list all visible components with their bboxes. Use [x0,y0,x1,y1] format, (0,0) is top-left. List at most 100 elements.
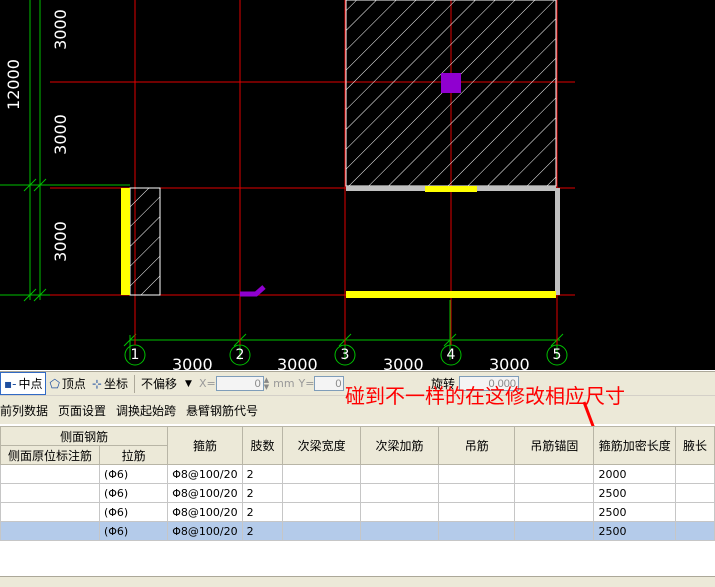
hatched-column[interactable] [129,187,161,296]
vertex-icon: ⬠ [49,376,60,391]
cell-haunch[interactable] [675,464,715,484]
dim-vertical-1: 3000 [50,9,70,50]
status-bar [0,576,715,587]
cell-stirrup[interactable]: Φ8@100/20 [167,483,243,503]
dim-horizontal-3: 3000 [383,355,424,370]
toolbar-separator [134,374,136,393]
dim-vertical-2: 3000 [50,114,70,155]
cell-stirrup[interactable]: Φ8@100/20 [167,502,243,522]
cursor-marker [240,285,266,297]
cell-tie[interactable]: (Φ6) [98,483,169,503]
cell-hanger[interactable] [438,502,516,522]
dim-horizontal-2: 3000 [277,355,318,370]
y-label: Y= [298,377,315,390]
header-dense-length[interactable]: 箍筋加密长度 [593,426,676,465]
cell-hanger-anchor[interactable] [514,521,595,541]
cell-haunch[interactable] [675,521,715,541]
header-hanger-anchor[interactable]: 吊筋锚固 [514,426,595,465]
header-hanger[interactable]: 吊筋 [438,426,516,465]
menu-item-cantilever-code[interactable]: 悬臂钢筋代号 [181,402,263,419]
dim-horizontal-4: 3000 [489,355,530,370]
beam-grey-right[interactable] [555,188,560,295]
cell-secondary-width[interactable] [282,464,361,484]
cell-dense-length[interactable]: 2500 [593,483,676,503]
x-input[interactable] [215,376,264,391]
x-label: X= [198,377,216,390]
cell-hanger-anchor[interactable] [514,502,595,522]
menu-item-swap-span[interactable]: 调换起始跨 [111,402,181,419]
cell-side[interactable] [0,464,100,484]
axis-label-4: 4 [446,347,456,363]
beam-yellow-left[interactable] [121,188,130,295]
cell-legs[interactable]: 2 [241,483,284,503]
cell-secondary-width[interactable] [282,502,361,522]
cell-stirrup[interactable]: Φ8@100/20 [167,521,243,541]
cell-dense-length[interactable]: 2000 [593,464,676,484]
cell-secondary-width[interactable] [282,483,361,503]
cell-legs[interactable]: 2 [241,521,284,541]
coordinate-button[interactable]: ⊹ 坐标 [89,373,131,394]
selection-marker[interactable] [441,73,461,93]
vertex-button[interactable]: ⬠ 顶点 [46,373,88,394]
cad-drawing-canvas[interactable]: 3000 3000 3000 12000 1 2 3 4 5 3000 3000… [0,0,715,370]
header-side-rebar[interactable]: 侧面钢筋 [0,426,169,446]
header-secondary-width[interactable]: 次梁宽度 [282,426,361,465]
header-tie[interactable]: 拉筋 [98,445,169,465]
cell-haunch[interactable] [675,502,715,522]
midpoint-button[interactable]: ▪- 中点 [0,372,47,395]
table-row-selected[interactable]: (Φ6) Φ8@100/20 2 2500 [0,521,715,541]
axis-label-5: 5 [552,347,562,363]
cell-side[interactable] [0,483,100,503]
cell-tie[interactable]: (Φ6) [98,464,169,484]
header-haunch[interactable]: 腋长 [675,426,715,465]
header-stirrup[interactable]: 箍筋 [167,426,243,465]
menu-item-data[interactable]: 前列数据 [0,402,53,419]
cell-secondary-width[interactable] [282,521,361,541]
menu-item-page-setup[interactable]: 页面设置 [53,402,111,419]
coordinate-label: 坐标 [104,377,129,391]
cell-hanger-anchor[interactable] [514,483,595,503]
cell-dense-length[interactable]: 2500 [593,502,676,522]
beam-yellow-bottom[interactable] [346,291,556,298]
beam-yellow-top[interactable] [425,186,477,192]
cad-drawing [0,0,575,366]
cell-secondary-add[interactable] [359,502,440,522]
midpoint-label: 中点 [18,377,43,391]
cell-tie[interactable]: (Φ6) [98,502,169,522]
header-side-annotation[interactable]: 侧面原位标注筋 [0,445,100,465]
beam-data-grid: 侧面钢筋 箍筋 肢数 次梁宽度 次梁加筋 吊筋 吊筋锚固 箍筋加密长度 腋长 侧… [0,426,715,576]
cell-tie[interactable]: (Φ6) [98,521,169,541]
cell-hanger-anchor[interactable] [514,464,595,484]
cell-secondary-add[interactable] [359,483,440,503]
cell-legs[interactable]: 2 [241,464,284,484]
cell-stirrup[interactable]: Φ8@100/20 [167,464,243,484]
cell-secondary-add[interactable] [359,464,440,484]
table-row[interactable]: (Φ6) Φ8@100/20 2 2000 [0,464,715,484]
table-row[interactable]: (Φ6) Φ8@100/20 2 2500 [0,502,715,522]
dim-vertical-total: 12000 [3,59,23,110]
dim-horizontal-1: 3000 [172,355,213,370]
coordinate-icon: ⊹ [91,376,102,391]
cell-hanger[interactable] [438,483,516,503]
table-row[interactable]: (Φ6) Φ8@100/20 2 2500 [0,483,715,503]
cell-legs[interactable]: 2 [241,502,284,522]
offset-select[interactable]: 不偏移 ▼ [138,373,195,394]
y-input[interactable] [314,376,345,391]
cell-haunch[interactable] [675,483,715,503]
cell-hanger[interactable] [438,521,516,541]
cell-hanger[interactable] [438,464,516,484]
cell-dense-length[interactable]: 2500 [593,521,676,541]
vertex-label: 顶点 [61,377,86,391]
x-spin-icon[interactable]: ▲ ▼ [264,376,269,391]
x-mm-label: mm [273,377,295,390]
cell-secondary-add[interactable] [359,521,440,541]
axis-label-1: 1 [130,347,140,363]
cell-side[interactable] [0,521,100,541]
chevron-down-icon: ▼ [185,378,192,389]
header-secondary-add[interactable]: 次梁加筋 [359,426,440,465]
cell-side[interactable] [0,502,100,522]
dim-vertical-3: 3000 [50,221,70,262]
axis-label-2: 2 [235,347,245,363]
header-legs[interactable]: 肢数 [241,426,284,465]
axis-label-3: 3 [340,347,350,363]
